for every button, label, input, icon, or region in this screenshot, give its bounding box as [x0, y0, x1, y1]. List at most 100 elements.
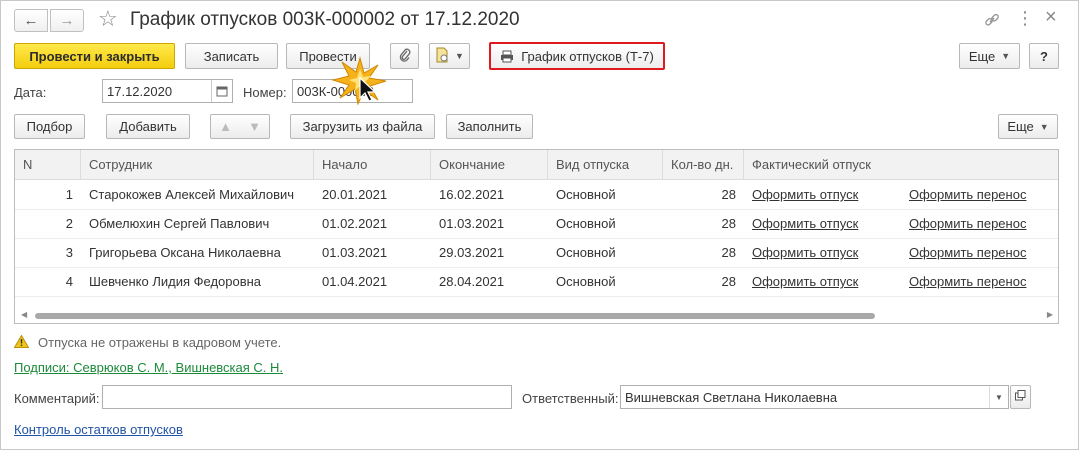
attach-button[interactable]: [390, 43, 419, 69]
open-responsible-button[interactable]: [1010, 385, 1031, 409]
register-transfer-link[interactable]: Оформить перенос: [901, 209, 1058, 238]
save-button[interactable]: Записать: [185, 43, 278, 69]
arrow-up-icon[interactable]: ▲: [219, 119, 232, 134]
register-vacation-link[interactable]: Оформить отпуск: [744, 209, 901, 238]
forward-button[interactable]: →: [50, 9, 84, 32]
page-title: График отпусков 003К-000002 от 17.12.202…: [130, 9, 520, 30]
scroll-right-icon[interactable]: ▶: [1047, 310, 1053, 319]
scrollbar-thumb[interactable]: [35, 313, 875, 319]
comment-label: Комментарий:: [14, 391, 100, 406]
vacation-table[interactable]: N Сотрудник Начало Окончание Вид отпуска…: [14, 149, 1059, 324]
open-window-icon: [1015, 390, 1026, 404]
printer-icon: [500, 50, 514, 63]
chevron-down-icon: ▼: [455, 51, 464, 61]
cell-end: 28.04.2021: [439, 274, 505, 289]
paperclip-icon: [398, 47, 412, 66]
warning-icon: [13, 334, 30, 351]
calendar-icon[interactable]: [211, 80, 232, 102]
column-header-days[interactable]: Кол-во дн.: [663, 150, 744, 179]
table-row[interactable]: 2 Обмелюхин Сергей Павлович 01.02.2021 0…: [15, 209, 1058, 239]
close-icon[interactable]: ×: [1045, 6, 1057, 29]
cell-employee: Старокожев Алексей Михайлович: [89, 187, 295, 202]
arrow-right-icon: →: [59, 12, 75, 29]
cell-employee: Обмелюхин Сергей Павлович: [89, 216, 270, 231]
chevron-down-icon: ▼: [1039, 121, 1049, 132]
table-more-button[interactable]: Еще ▼: [998, 114, 1058, 139]
more-actions-button[interactable]: Еще ▼: [959, 43, 1020, 69]
responsible-field[interactable]: Вишневская Светлана Николаевна ▼: [620, 385, 1009, 409]
register-transfer-link[interactable]: Оформить перенос: [901, 267, 1058, 296]
print-t7-label: График отпусков (Т-7): [521, 48, 654, 64]
add-button[interactable]: Добавить: [106, 114, 190, 139]
cell-days: 28: [721, 216, 736, 231]
column-header-actual[interactable]: Фактический отпуск: [744, 150, 1058, 179]
register-transfer-link[interactable]: Оформить перенос: [901, 238, 1058, 267]
print-t7-button[interactable]: График отпусков (Т-7): [489, 42, 665, 70]
cell-n: 1: [65, 187, 73, 202]
cell-end: 29.03.2021: [439, 245, 505, 260]
cell-n: 3: [65, 245, 73, 260]
arrow-down-icon[interactable]: ▼: [248, 119, 261, 134]
warning-text: Отпуска не отражены в кадровом учете.: [38, 335, 282, 350]
fill-button[interactable]: Заполнить: [446, 114, 533, 139]
cell-n: 2: [65, 216, 73, 231]
register-vacation-link[interactable]: Оформить отпуск: [744, 180, 901, 209]
arrow-left-icon: ←: [23, 12, 39, 29]
date-value: 17.12.2020: [107, 83, 173, 99]
link-icon[interactable]: [983, 11, 1001, 29]
cell-type: Основной: [556, 245, 616, 260]
cell-type: Основной: [556, 216, 616, 231]
cell-employee: Григорьева Оксана Николаевна: [89, 245, 281, 260]
table-row[interactable]: 1 Старокожев Алексей Михайлович 20.01.20…: [15, 180, 1058, 210]
cell-type: Основной: [556, 187, 616, 202]
date-label: Дата:: [14, 85, 47, 100]
register-vacation-link[interactable]: Оформить отпуск: [744, 238, 901, 267]
table-header: N Сотрудник Начало Окончание Вид отпуска…: [15, 150, 1058, 180]
column-header-end[interactable]: Окончание: [431, 150, 548, 179]
cell-n: 4: [65, 274, 73, 289]
number-label: Номер:: [243, 85, 287, 100]
cell-start: 01.04.2021: [322, 274, 388, 289]
cell-days: 28: [721, 245, 736, 260]
back-button[interactable]: ←: [14, 9, 48, 32]
move-buttons[interactable]: ▲ ▼: [210, 114, 270, 139]
cell-type: Основной: [556, 274, 616, 289]
click-highlight-icon: [330, 56, 390, 106]
cell-start: 01.03.2021: [322, 245, 388, 260]
comment-field[interactable]: [102, 385, 512, 409]
responsible-value: Вишневская Светлана Николаевна: [625, 389, 838, 405]
help-button[interactable]: ?: [1029, 43, 1059, 69]
cell-employee: Шевченко Лидия Федоровна: [89, 274, 262, 289]
column-header-employee[interactable]: Сотрудник: [81, 150, 314, 179]
horizontal-scrollbar[interactable]: ◀ ▶: [15, 309, 1058, 323]
responsible-label: Ответственный:: [522, 391, 619, 406]
date-field[interactable]: 17.12.2020: [102, 79, 233, 103]
cell-days: 28: [721, 274, 736, 289]
table-more-label: Еще: [1007, 119, 1034, 134]
column-header-type[interactable]: Вид отпуска: [548, 150, 663, 179]
create-based-on-button[interactable]: ▼: [429, 43, 470, 69]
scroll-left-icon[interactable]: ◀: [21, 310, 27, 319]
register-vacation-link[interactable]: Оформить отпуск: [744, 267, 901, 296]
more-label: Еще: [968, 48, 996, 64]
register-transfer-link[interactable]: Оформить перенос: [901, 180, 1058, 209]
cell-end: 01.03.2021: [439, 216, 505, 231]
select-button[interactable]: Подбор: [14, 114, 85, 139]
vacation-balance-link[interactable]: Контроль остатков отпусков: [14, 422, 183, 437]
post-and-close-button[interactable]: Провести и закрыть: [14, 43, 175, 69]
table-row[interactable]: 3 Григорьева Оксана Николаевна 01.03.202…: [15, 238, 1058, 268]
document-icon: [435, 47, 449, 66]
load-from-file-button[interactable]: Загрузить из файла: [290, 114, 435, 139]
column-header-start[interactable]: Начало: [314, 150, 431, 179]
chevron-down-icon[interactable]: ▼: [989, 386, 1008, 408]
signatures-link[interactable]: Подписи: Севрюков С. М., Вишневская С. Н…: [14, 360, 283, 375]
column-header-n[interactable]: N: [15, 150, 81, 179]
cell-start: 20.01.2021: [322, 187, 388, 202]
cell-days: 28: [721, 187, 736, 202]
more-menu-icon[interactable]: ⋮: [1016, 8, 1034, 29]
chevron-down-icon: ▼: [1001, 51, 1011, 61]
table-row[interactable]: 4 Шевченко Лидия Федоровна 01.04.2021 28…: [15, 267, 1058, 297]
cell-end: 16.02.2021: [439, 187, 505, 202]
cell-start: 01.02.2021: [322, 216, 388, 231]
favorite-star-icon[interactable]: ☆: [98, 6, 118, 32]
